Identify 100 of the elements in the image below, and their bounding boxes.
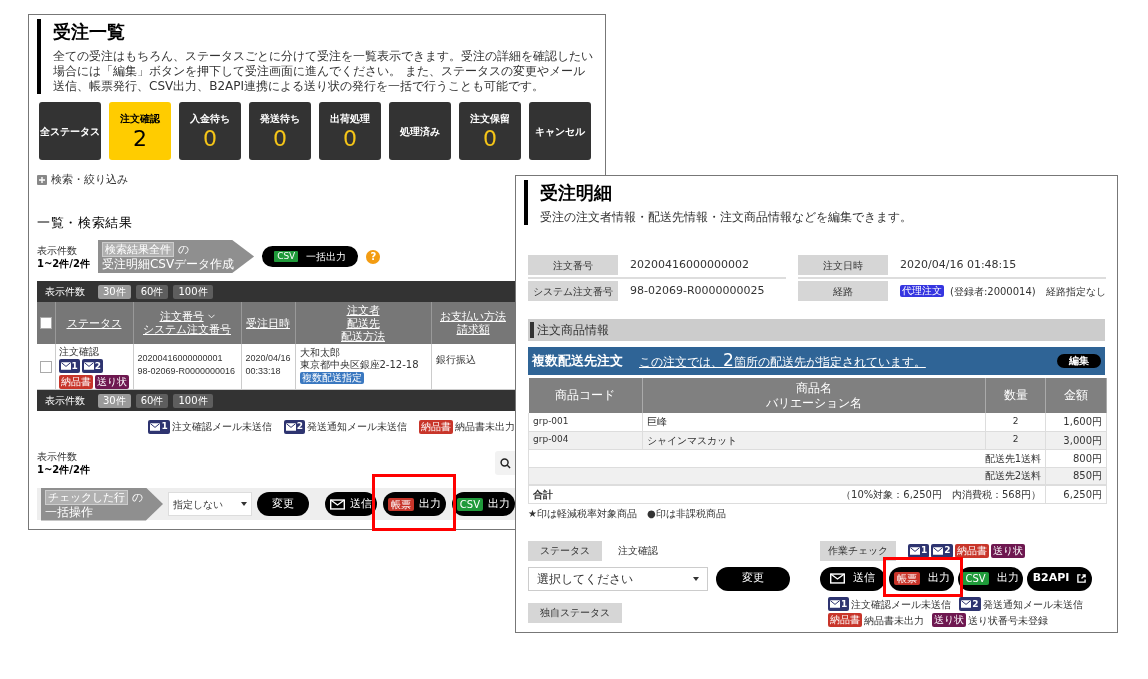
shipping-fee-label: 配送先2送料: [528, 467, 1046, 485]
legend-text: 注文確認メール未送信: [851, 597, 952, 612]
edit-button[interactable]: 編集: [1057, 354, 1101, 368]
legend-text: 送り状番号未登録: [968, 613, 1048, 628]
status-text: 注文確認: [58, 346, 100, 358]
change-button[interactable]: 変更: [716, 566, 790, 591]
step-text: 一括操作: [45, 504, 94, 519]
tax-note: （10%対象：6,250円 内消費税：568円）: [642, 485, 1046, 503]
status-tag: 納品書: [828, 613, 862, 627]
amount-cell: 3,000円: [1045, 431, 1107, 449]
send-button[interactable]: 送信: [324, 492, 377, 516]
column-header[interactable]: 受注日時: [241, 302, 295, 344]
product-name-cell: 巨峰: [642, 413, 986, 431]
total-label: 合計: [528, 485, 643, 503]
column-header[interactable]: 注文番号 システム注文番号: [133, 302, 241, 344]
section-heading: 一覧・検索結果: [37, 213, 134, 232]
multi-destination-title: 複数配送先注文: [532, 352, 623, 371]
badge-number: 1: [921, 546, 928, 555]
select-field[interactable]: 選択してください: [528, 566, 708, 591]
tile-label: 注文保留: [470, 111, 510, 126]
status-tile[interactable]: 入金待ち 0: [179, 102, 241, 160]
field-value: 注文確認: [618, 544, 658, 558]
route-tag: 代理注文: [900, 285, 944, 297]
status-tile[interactable]: 全ステータス: [39, 102, 101, 160]
badge-number: 2: [944, 546, 951, 555]
envelope-icon: [329, 498, 345, 510]
customer-name: 大和太郎: [299, 347, 341, 359]
page-description: 全ての受注はもちろん、ステータスごとに分けて受注を一覧表示できます。受注の詳細を確認したい場合には「編集」ボタンを押下して受注画面に進んでください。 また、ステータスの変更やメール送信、帳票発行、CSV出力、B2API連携による送り状の発行を一括で行うことも可能です。: [53, 49, 593, 94]
per-page-option[interactable]: 60件: [135, 393, 169, 408]
field-label: 注文番号: [528, 255, 618, 275]
per-page-label: 表示件数: [45, 285, 85, 299]
row-checkbox[interactable]: [39, 360, 52, 373]
search-button[interactable]: [495, 451, 515, 475]
total-amount: 6,250円: [1045, 485, 1107, 503]
send-button[interactable]: 送信: [820, 566, 885, 591]
status-tile[interactable]: 注文保留 0: [459, 102, 521, 160]
shipping-fee-label: 配送先1送料: [528, 449, 1046, 467]
field-value: 2020/04/16 01:48:15: [900, 256, 1017, 273]
route-note: 経路指定なし: [1045, 284, 1106, 299]
change-button[interactable]: 変更: [257, 492, 309, 516]
format-tag: CSV: [456, 497, 483, 511]
select-field[interactable]: 指定しない: [168, 492, 252, 516]
external-link-icon: [1077, 574, 1087, 583]
status-tile[interactable]: 注文確認 2: [109, 102, 171, 160]
step-tag: 検索結果全件: [101, 242, 174, 257]
destination-link[interactable]: この注文では、2箇所の配送先が指定されています。: [639, 348, 926, 374]
status-tag: 納品書: [954, 543, 989, 558]
select-all-checkbox[interactable]: [39, 317, 52, 329]
dropdown-caret-icon: [241, 502, 247, 506]
search-icon: [499, 457, 511, 469]
status-tag: 納品書: [419, 419, 453, 434]
b2api-button[interactable]: B2API: [1027, 566, 1092, 591]
field-value: 98-02069-R0000000025: [630, 282, 765, 299]
order-date: 2020/04/16: [245, 352, 291, 365]
output-button[interactable]: 帳票 出力: [382, 492, 446, 516]
count-value: 1~2件/2件: [37, 463, 90, 476]
order-time: 00:33:18: [245, 365, 282, 378]
column-header[interactable]: ステータス: [55, 302, 133, 344]
quantity-cell: 2: [985, 413, 1046, 431]
csv-export-button[interactable]: CSV 一括出力: [262, 246, 359, 267]
per-page-option[interactable]: 100件: [173, 393, 213, 408]
field-label: ステータス: [528, 540, 602, 561]
status-tile[interactable]: 発送待ち 0: [249, 102, 311, 160]
field-label: 注文日時: [798, 255, 888, 275]
legend-text: 発送通知メール未送信: [307, 420, 407, 434]
tax-footnote: ★印は軽減税率対象商品 ●印は非課税商品: [528, 506, 727, 521]
step-suffix: の: [177, 243, 189, 256]
section-title: 注文商品情報: [537, 322, 609, 339]
order-number: 20200416000000001: [137, 352, 224, 365]
tile-label: 注文確認: [120, 111, 160, 126]
page-description: 受注の注文者情報・配送先情報・注文商品情報などを編集できます。: [540, 210, 912, 225]
plus-icon: [37, 175, 47, 186]
output-button[interactable]: CSV 出力: [958, 566, 1023, 591]
field-label: 経路: [798, 281, 888, 301]
field-label: システム注文番号: [528, 281, 618, 301]
search-filter-toggle[interactable]: 検索・絞り込み: [37, 172, 128, 189]
legend-text: 注文確認メール未送信: [171, 420, 272, 434]
system-order-number: 98-02069-R0000000016: [137, 365, 237, 378]
tile-label: 発送待ち: [260, 111, 300, 126]
registrant-note: (登録者:2000014): [950, 284, 1036, 299]
badge-number: 2: [972, 599, 979, 609]
product-code-cell: grp-004: [528, 431, 643, 449]
output-button[interactable]: 帳票 出力: [889, 566, 954, 591]
count-value: 1~2件/2件: [37, 256, 90, 270]
dropdown-caret-icon: [693, 576, 699, 581]
tile-label: 処理済み: [400, 124, 440, 139]
status-tile[interactable]: 処理済み: [389, 102, 451, 160]
legend-text: 納品書未出力: [864, 613, 924, 628]
tile-count: 2: [133, 125, 147, 152]
amount-cell: 850円: [1045, 467, 1107, 485]
tile-label: 入金待ち: [190, 111, 230, 126]
status-tag: 納品書: [58, 375, 93, 389]
step-tag: チェックした行: [45, 489, 128, 505]
per-page-option[interactable]: 60件: [135, 284, 169, 299]
column-header[interactable]: 注文者 配送先 配送方法: [295, 302, 431, 344]
status-tile[interactable]: キャンセル: [529, 102, 591, 160]
status-tile[interactable]: 出荷処理 0: [319, 102, 381, 160]
field-label: 作業チェック: [820, 540, 896, 561]
per-page-option[interactable]: 100件: [173, 284, 213, 299]
tile-count: 0: [203, 125, 217, 152]
